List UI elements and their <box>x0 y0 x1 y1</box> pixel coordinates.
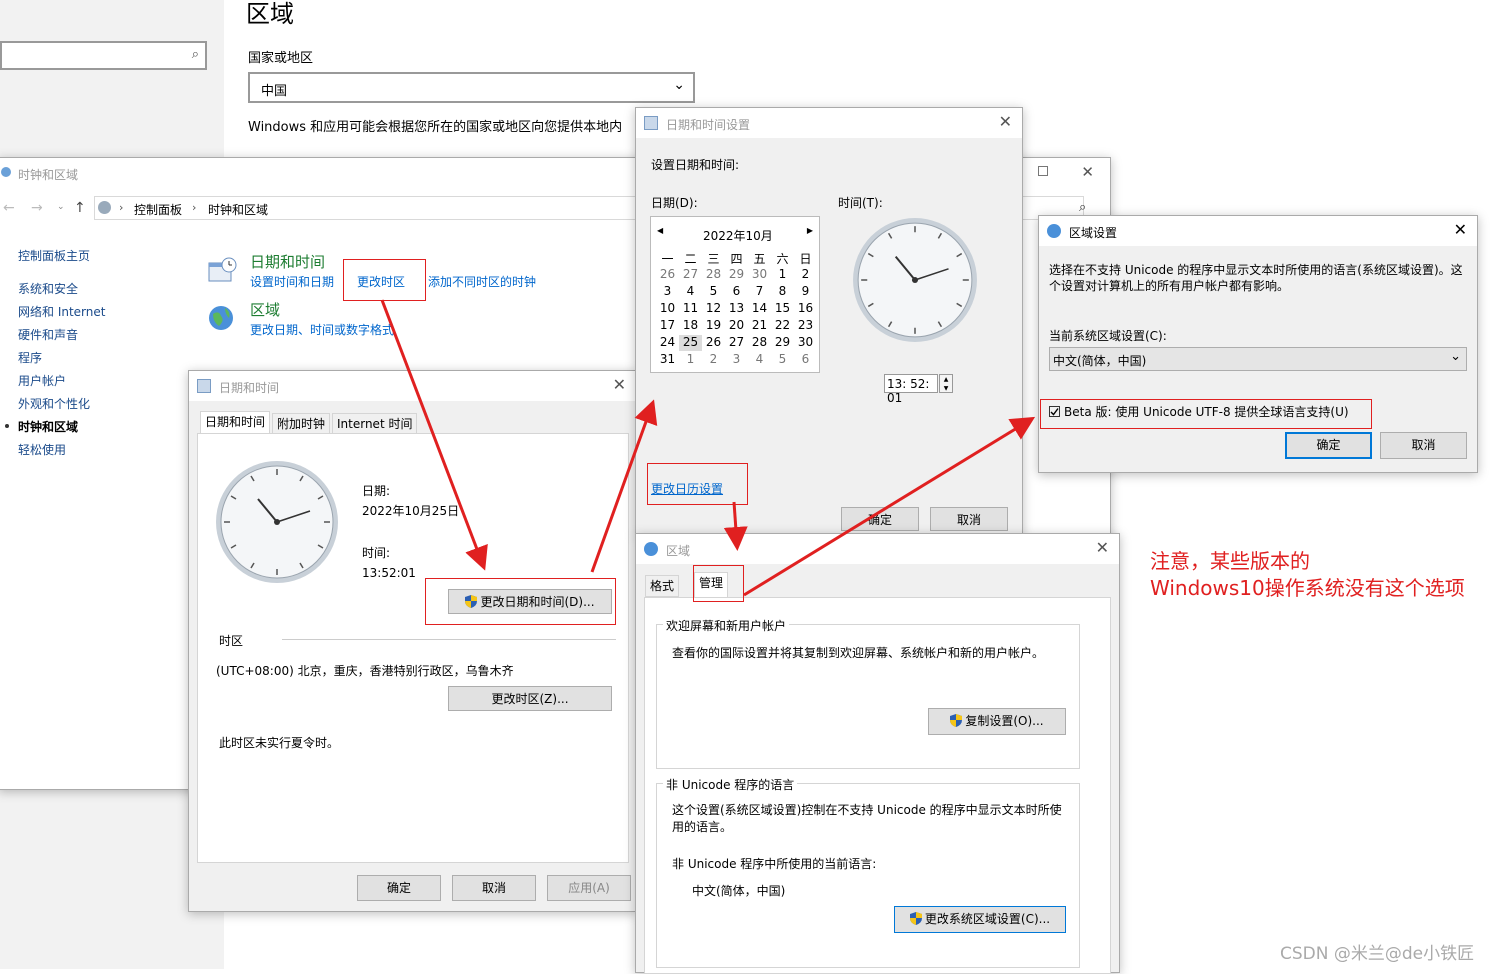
arrow-to-datetime-settings <box>590 399 658 573</box>
arrow-to-region-dialog <box>723 501 748 551</box>
arrow-to-beta-option <box>743 416 1036 597</box>
watermark: CSDN @米兰@de小铁匠 <box>1280 944 1475 964</box>
annotation-line-2: Windows10操作系统没有这个选项 <box>1150 576 1465 600</box>
arrow-to-change-datetime <box>380 299 488 571</box>
annotation-arrows <box>380 299 1036 597</box>
annotation-line-1: 注意，某些版本的 <box>1150 549 1310 573</box>
